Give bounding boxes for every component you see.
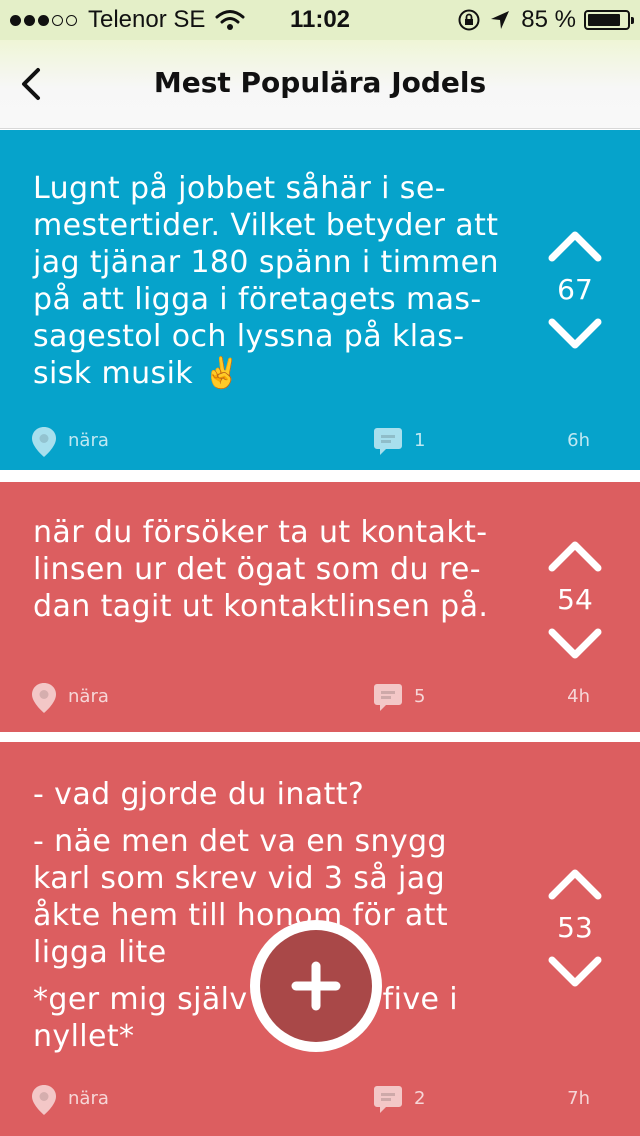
downvote-chevron-icon[interactable] (546, 954, 604, 990)
location-pin-icon (32, 683, 56, 713)
plus-icon (291, 961, 341, 1011)
jodel-paragraph: när du försöker ta ut kontakt- linsen ur… (33, 515, 489, 624)
jodel-meta: nära 5 4h (0, 678, 640, 718)
post-age: 6h (567, 430, 590, 451)
location-pin-icon (32, 427, 56, 457)
comment-count: 1 (414, 430, 426, 451)
vote-control: 67 (540, 228, 610, 352)
downvote-chevron-icon[interactable] (546, 626, 604, 662)
location-label: nära (68, 686, 109, 707)
upvote-chevron-icon[interactable] (546, 228, 604, 264)
vote-control: 54 (540, 538, 610, 662)
jodel-meta: nära 2 7h (0, 1080, 640, 1120)
location-label: nära (68, 1088, 109, 1109)
new-post-button[interactable] (250, 920, 382, 1052)
upvote-chevron-icon[interactable] (546, 538, 604, 574)
comment-icon[interactable] (372, 1084, 404, 1116)
post-age: 7h (567, 1088, 590, 1109)
navigation-bar: Mest Populära Jodels (0, 40, 640, 129)
location-label: nära (68, 430, 109, 451)
location-pin-icon (32, 1085, 56, 1115)
jodel-card[interactable]: Lugnt på jobbet såhär i se- mestertider.… (0, 130, 640, 470)
vote-control: 53 (540, 866, 610, 990)
status-right: 85 % (457, 6, 634, 34)
comment-count: 2 (414, 1088, 426, 1109)
vote-count: 54 (557, 583, 593, 616)
vote-count: 67 (557, 273, 593, 306)
vote-count: 53 (557, 911, 593, 944)
comment-icon[interactable] (372, 682, 404, 714)
jodel-meta: nära 1 6h (0, 422, 640, 462)
battery-icon (584, 10, 634, 30)
jodel-text: när du försöker ta ut kontakt- linsen ur… (33, 514, 513, 625)
location-arrow-icon (491, 11, 510, 29)
jodel-card[interactable]: när du försöker ta ut kontakt- linsen ur… (0, 482, 640, 732)
status-bar: Telenor SE 11:02 85 % (0, 0, 640, 40)
upvote-chevron-icon[interactable] (546, 866, 604, 902)
rotation-lock-icon (458, 9, 480, 31)
jodel-text: Lugnt på jobbet såhär i se- mestertider.… (33, 170, 513, 392)
page-title: Mest Populära Jodels (153, 66, 487, 99)
post-age: 4h (567, 686, 590, 707)
comment-count: 5 (414, 686, 426, 707)
comment-icon[interactable] (372, 426, 404, 458)
battery-percentage: 85 % (521, 6, 576, 33)
jodel-paragraph: Lugnt på jobbet såhär i se- mestertider.… (33, 171, 499, 391)
downvote-chevron-icon[interactable] (546, 316, 604, 352)
jodel-paragraph: - vad gjorde du inatt? (33, 777, 365, 812)
